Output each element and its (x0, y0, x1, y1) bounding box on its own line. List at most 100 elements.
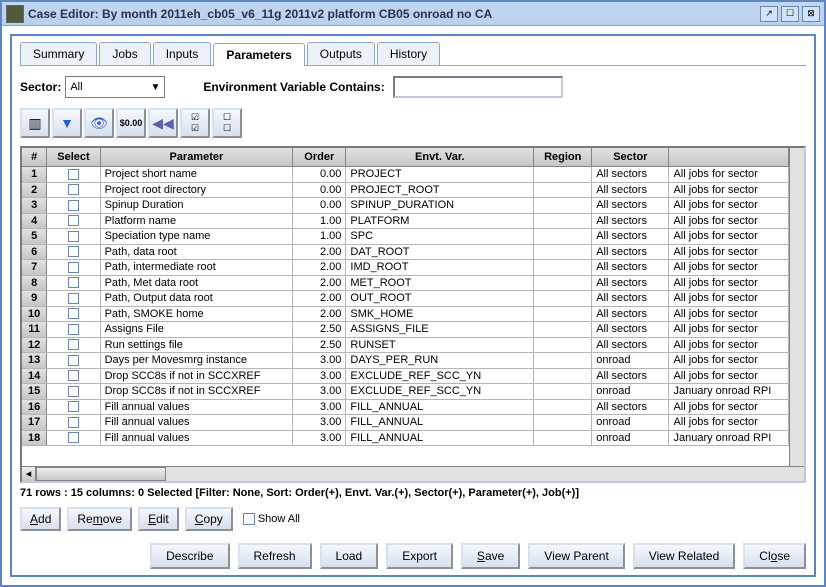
table-row[interactable]: 2Project root directory0.00PROJECT_ROOTA… (22, 183, 789, 199)
check-all-icon[interactable]: ☑☑ (180, 108, 210, 138)
row-number: 17 (22, 415, 47, 430)
vertical-scrollbar[interactable] (789, 148, 804, 466)
table-row[interactable]: 7Path, intermediate root2.00IMD_ROOTAll … (22, 260, 789, 276)
col-parameter[interactable]: Parameter (101, 148, 294, 166)
env-filter-input[interactable] (393, 76, 563, 98)
close-button[interactable]: Close (743, 543, 806, 569)
col-select[interactable]: Select (47, 148, 100, 166)
view-related-button[interactable]: View Related (633, 543, 736, 569)
row-select[interactable] (47, 322, 100, 337)
col-sector[interactable]: Sector (592, 148, 669, 166)
cell-region (534, 276, 592, 291)
view-parent-button[interactable]: View Parent (528, 543, 624, 569)
row-select[interactable] (47, 369, 100, 384)
table-row[interactable]: 14Drop SCC8s if not in SCCXREF3.00EXCLUD… (22, 369, 789, 385)
col-order[interactable]: Order (293, 148, 346, 166)
funnel-icon[interactable]: ▼ (52, 108, 82, 138)
row-select[interactable] (47, 245, 100, 260)
maximize-icon[interactable]: ☐ (781, 6, 799, 22)
cell-parameter: Project root directory (101, 183, 294, 198)
save-button[interactable]: Save (461, 543, 520, 569)
table-row[interactable]: 18Fill annual values3.00FILL_ANNUALonroa… (22, 431, 789, 447)
cell-envvar: PROJECT_ROOT (346, 183, 534, 198)
table-row[interactable]: 1Project short name0.00PROJECTAll sector… (22, 167, 789, 183)
table-row[interactable]: 10Path, SMOKE home2.00SMK_HOMEAll sector… (22, 307, 789, 323)
cell-sector: All sectors (592, 245, 669, 260)
table-row[interactable]: 12Run settings file2.50RUNSETAll sectors… (22, 338, 789, 354)
row-select[interactable] (47, 307, 100, 322)
table-row[interactable]: 11Assigns File2.50ASSIGNS_FILEAll sector… (22, 322, 789, 338)
currency-icon[interactable]: $0.00 (116, 108, 146, 138)
load-button[interactable]: Load (320, 543, 379, 569)
row-number: 16 (22, 400, 47, 415)
cell-parameter: Fill annual values (101, 415, 294, 430)
copy-button[interactable]: Copy (185, 507, 233, 531)
row-number: 9 (22, 291, 47, 306)
table-row[interactable]: 3Spinup Duration0.00SPINUP_DURATIONAll s… (22, 198, 789, 214)
cell-order: 3.00 (293, 415, 346, 430)
table-row[interactable]: 15Drop SCC8s if not in SCCXREF3.00EXCLUD… (22, 384, 789, 400)
row-select[interactable] (47, 338, 100, 353)
row-select[interactable] (47, 167, 100, 182)
sector-dropdown[interactable]: All ▼ (65, 76, 165, 98)
row-select[interactable] (47, 260, 100, 275)
col-region[interactable]: Region (534, 148, 592, 166)
row-select[interactable] (47, 431, 100, 446)
table-row[interactable]: 5Speciation type name1.00SPCAll sectorsA… (22, 229, 789, 245)
tab-summary[interactable]: Summary (20, 42, 97, 65)
refresh-button[interactable]: Refresh (238, 543, 312, 569)
tab-parameters[interactable]: Parameters (213, 43, 304, 66)
row-select[interactable] (47, 229, 100, 244)
table-row[interactable]: 6Path, data root2.00DAT_ROOTAll sectorsA… (22, 245, 789, 261)
row-select[interactable] (47, 276, 100, 291)
export-button[interactable]: Export (386, 543, 453, 569)
rewind-icon[interactable]: ◀◀ (148, 108, 178, 138)
scroll-left-icon[interactable]: ◂ (22, 467, 36, 481)
cell-job: All jobs for sector (669, 214, 789, 229)
row-select[interactable] (47, 291, 100, 306)
col-number[interactable]: # (22, 148, 47, 166)
row-select[interactable] (47, 400, 100, 415)
show-all-checkbox[interactable]: Show All (243, 513, 300, 525)
cell-envvar: EXCLUDE_REF_SCC_YN (346, 369, 534, 384)
panel: Summary Jobs Inputs Parameters Outputs H… (10, 34, 816, 577)
close-icon[interactable]: ⊠ (802, 6, 820, 22)
table-row[interactable]: 16Fill annual values3.00FILL_ANNUALAll s… (22, 400, 789, 416)
cell-parameter: Project short name (101, 167, 294, 182)
row-select[interactable] (47, 353, 100, 368)
col-job[interactable] (669, 148, 789, 166)
tab-inputs[interactable]: Inputs (153, 42, 212, 65)
add-button[interactable]: Add (20, 507, 61, 531)
table-row[interactable]: 17Fill annual values3.00FILL_ANNUALonroa… (22, 415, 789, 431)
table-row[interactable]: 9Path, Output data root2.00OUT_ROOTAll s… (22, 291, 789, 307)
tab-history[interactable]: History (377, 42, 440, 65)
table-row[interactable]: 4Platform name1.00PLATFORMAll sectorsAll… (22, 214, 789, 230)
tab-outputs[interactable]: Outputs (307, 42, 375, 65)
row-select[interactable] (47, 384, 100, 399)
table-row[interactable]: 13Days per Movesmrg instance3.00DAYS_PER… (22, 353, 789, 369)
checkbox-icon (68, 262, 79, 273)
row-select[interactable] (47, 415, 100, 430)
row-select[interactable] (47, 183, 100, 198)
action-row: Add Remove Edit Copy Show All (20, 505, 806, 539)
cell-sector: All sectors (592, 291, 669, 306)
row-select[interactable] (47, 214, 100, 229)
describe-button[interactable]: Describe (150, 543, 229, 569)
cell-order: 1.00 (293, 229, 346, 244)
cell-sector: onroad (592, 384, 669, 399)
cell-job: January onroad RPI (669, 431, 789, 446)
remove-button[interactable]: Remove (67, 507, 132, 531)
detach-icon[interactable]: ↗ (760, 6, 778, 22)
row-select[interactable] (47, 198, 100, 213)
tab-jobs[interactable]: Jobs (99, 42, 150, 65)
edit-button[interactable]: Edit (138, 507, 179, 531)
table-row[interactable]: 8Path, Met data root2.00MET_ROOTAll sect… (22, 276, 789, 292)
row-number: 3 (22, 198, 47, 213)
horizontal-scrollbar[interactable]: ◂ (22, 466, 804, 481)
eye-icon[interactable]: 👁 (84, 108, 114, 138)
columns-icon[interactable]: ▥ (20, 108, 50, 138)
cell-envvar: OUT_ROOT (346, 291, 534, 306)
col-envvar[interactable]: Envt. Var. (346, 148, 534, 166)
scroll-thumb[interactable] (36, 467, 166, 481)
uncheck-all-icon[interactable]: ☐☐ (212, 108, 242, 138)
